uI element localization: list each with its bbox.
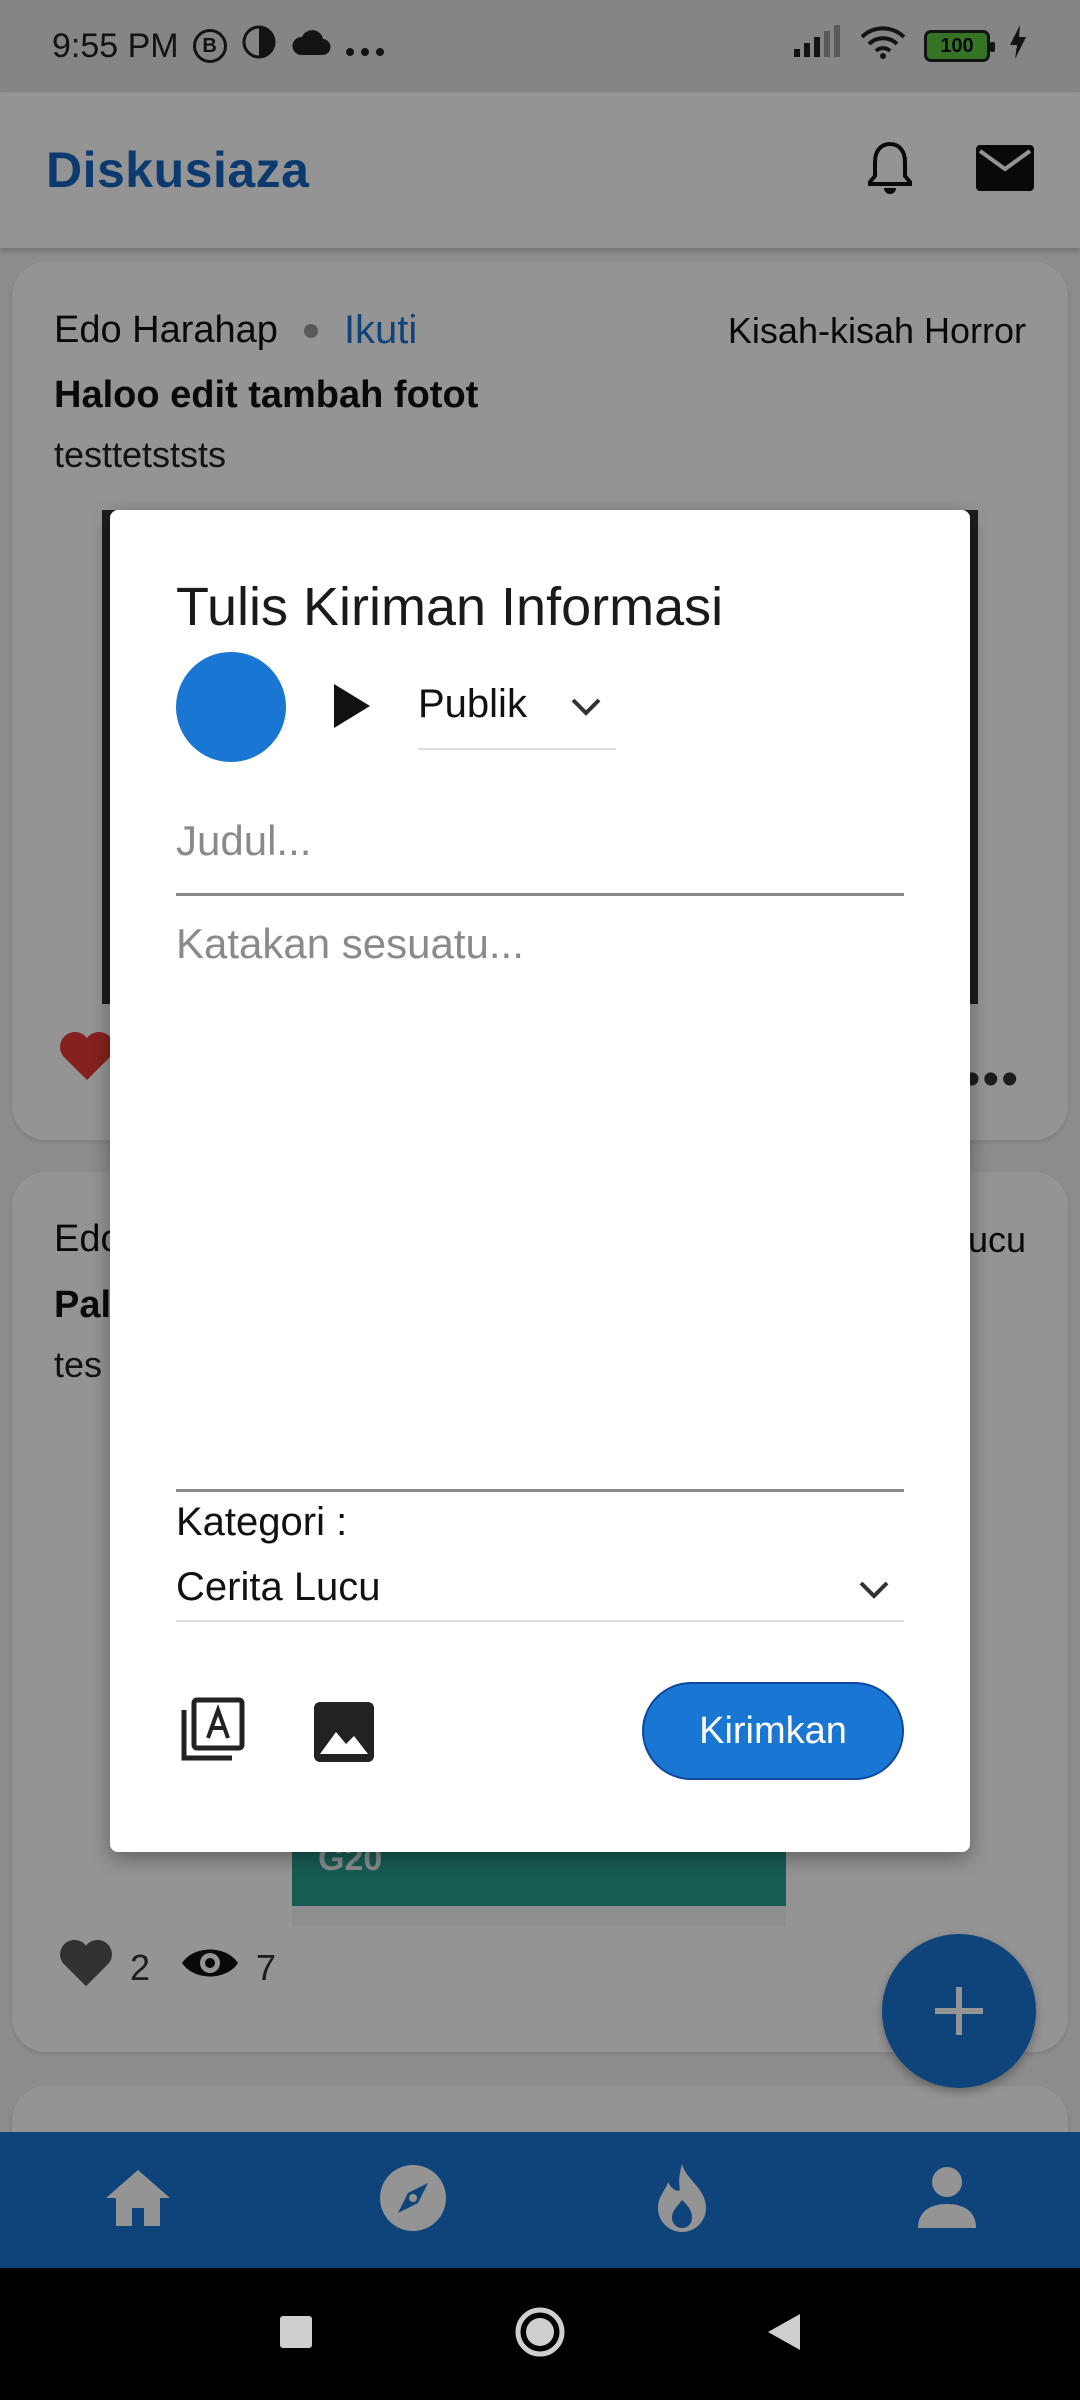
system-navigation-bar xyxy=(0,2268,1080,2400)
recents-icon[interactable] xyxy=(278,2314,314,2355)
play-icon[interactable] xyxy=(332,682,372,735)
privacy-dropdown[interactable]: Publik xyxy=(418,660,616,750)
content-textarea[interactable] xyxy=(176,920,904,1492)
title-input[interactable] xyxy=(176,788,904,896)
avatar xyxy=(176,652,286,762)
category-label: Kategori : xyxy=(176,1500,348,1544)
back-icon[interactable] xyxy=(766,2312,802,2357)
chevron-down-icon xyxy=(570,682,602,727)
text-library-icon[interactable] xyxy=(180,1696,246,1767)
dialog-title: Tulis Kiriman Informasi xyxy=(176,577,724,637)
submit-button[interactable]: Kirimkan xyxy=(642,1682,904,1780)
category-value: Cerita Lucu xyxy=(176,1564,381,1609)
image-icon[interactable] xyxy=(314,1702,374,1767)
chevron-down-icon xyxy=(858,1565,890,1610)
category-dropdown[interactable]: Cerita Lucu xyxy=(176,1554,904,1622)
home-circle-icon[interactable] xyxy=(514,2306,566,2363)
compose-post-dialog: Tulis Kiriman Informasi Publik Kategori … xyxy=(110,510,970,1852)
privacy-value: Publik xyxy=(418,681,527,726)
